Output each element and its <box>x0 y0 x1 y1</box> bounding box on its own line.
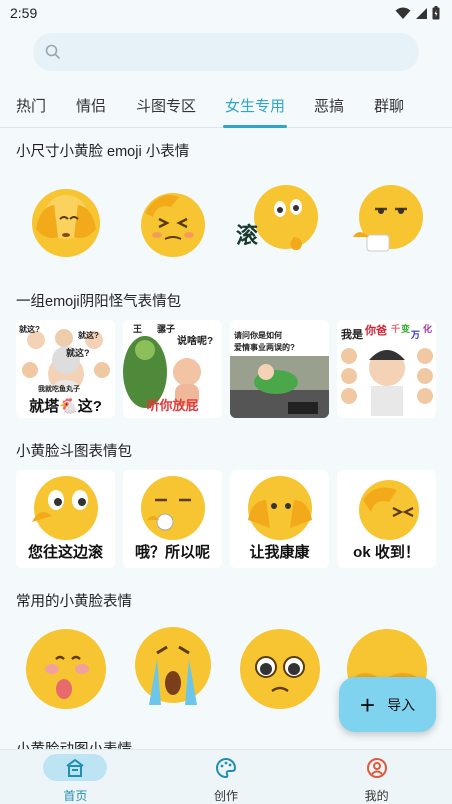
sticker-text: 就这? <box>66 348 90 358</box>
sticker-text: 骡子 <box>157 324 176 334</box>
sticker-text: 变 <box>401 324 411 334</box>
signal-icon <box>416 7 427 19</box>
sticker-item[interactable]: 您往这边滚 <box>16 470 115 568</box>
sticker-text: 就这? <box>78 331 99 340</box>
teary-eyes-sticker <box>239 629 320 709</box>
wifi-icon <box>395 7 411 19</box>
sticker-row: 您往这边滚 哦？所以呢 让我康康 ok 收到！ <box>16 470 436 568</box>
sticker-item[interactable]: 就这? 就这? 就这? 我就吃鱼丸子 就塔🐔这? <box>16 320 115 418</box>
sticker-item[interactable]: 让我康康 <box>230 470 329 568</box>
sticker-caption: ok 收到！ <box>353 544 420 561</box>
sticker-caption: 听你放屁 <box>146 398 199 413</box>
status-icons <box>395 6 440 20</box>
sticker-item[interactable]: ok 收到！ <box>337 470 436 568</box>
sticker-caption: 哦？所以呢 <box>134 544 210 561</box>
sticker-item[interactable] <box>123 172 222 270</box>
nav-profile[interactable]: 我的 <box>301 750 452 804</box>
sticker-item[interactable]: 我是 你爸 千 变 万 化 <box>337 320 436 418</box>
tab-couple[interactable]: 情侣 <box>76 86 106 116</box>
nav-label: 首页 <box>63 789 88 803</box>
search-box[interactable] <box>33 33 419 71</box>
section-title[interactable]: 小黄脸斗图表情包 <box>16 440 132 461</box>
sticker-text: 滚 <box>236 223 259 248</box>
section-title[interactable]: 一组emoji阴阳怪气表情包 <box>16 290 181 311</box>
nav-create[interactable]: 创作 <box>151 750 302 804</box>
sticker-item[interactable] <box>337 172 436 270</box>
squint-salute-sticker <box>140 193 205 257</box>
sticker-caption: 就塔🐔这? <box>29 398 102 415</box>
sticker-row: 就这? 就这? 就这? 我就吃鱼丸子 就塔🐔这? 王 骡子 说啥呢? 听你放屁 … <box>16 320 436 418</box>
nav-label: 创作 <box>214 789 239 803</box>
section-title[interactable]: 常用的小黄脸表情 <box>16 590 132 611</box>
sticker-text: 我就吃鱼丸子 <box>38 386 80 393</box>
tea-sip-sticker <box>352 185 423 252</box>
face-covering-sticker <box>31 189 100 257</box>
nav-pill <box>345 754 409 781</box>
so-what-face-sticker <box>141 476 205 540</box>
status-bar: 2:59 <box>0 0 452 26</box>
tab-funny[interactable]: 恶搞 <box>314 86 344 116</box>
nav-label: 我的 <box>364 789 389 803</box>
sticker-text: 我是 <box>341 329 363 341</box>
sticker-row: 滚 <box>16 172 436 270</box>
sly-face-sticker <box>32 476 98 540</box>
import-button[interactable]: + 导入 <box>339 677 436 732</box>
battery-icon <box>432 6 440 20</box>
sticker-text: 王 <box>133 324 143 334</box>
palette-icon <box>216 757 237 778</box>
nav-home[interactable]: 首页 <box>0 750 151 804</box>
status-time: 2:59 <box>10 5 38 21</box>
search-icon <box>45 44 60 59</box>
sticker-text: 就这? <box>19 325 40 334</box>
plus-icon: + <box>359 689 376 720</box>
nav-pill <box>194 754 258 781</box>
tab-battle[interactable]: 斗图专区 <box>136 86 196 116</box>
sticker-item[interactable]: 王 骡子 说啥呢? 听你放屁 <box>123 320 222 418</box>
sticker-text: 说啥呢? <box>177 336 214 347</box>
sticker-text: 化 <box>423 324 433 334</box>
nav-pill <box>43 754 108 781</box>
tab-group-chat[interactable]: 群聊 <box>374 86 404 116</box>
sticker-item[interactable] <box>16 172 115 270</box>
category-tabs: 热门 情侣 斗图专区 女生专用 恶搞 群聊 <box>0 86 452 128</box>
sticker-item[interactable]: 滚 <box>230 172 329 270</box>
sticker-text: 请问你是如何 <box>234 331 282 340</box>
home-icon <box>66 758 84 777</box>
tab-hot[interactable]: 热门 <box>16 86 46 116</box>
tongue-face-sticker <box>25 629 106 709</box>
tab-girls[interactable]: 女生专用 <box>222 86 288 128</box>
sticker-text: 你爸 <box>365 325 387 337</box>
sticker-caption: 让我康康 <box>249 544 310 561</box>
peek-face-sticker <box>248 476 312 540</box>
sticker-item[interactable]: 请问你是如何 爱情事业两误的? <box>230 320 329 418</box>
crying-face-sticker <box>134 627 211 705</box>
search-input[interactable] <box>69 44 389 60</box>
sticker-text: 千 <box>391 324 401 334</box>
sticker-text: 万 <box>411 330 421 340</box>
section-title[interactable]: 小尺寸小黄脸 emoji 小表情 <box>16 140 189 161</box>
sticker-item[interactable] <box>16 620 115 718</box>
sticker-item[interactable] <box>230 620 329 718</box>
profile-icon <box>366 757 387 778</box>
sticker-caption: 您往这边滚 <box>27 544 103 561</box>
sticker-text: 爱情事业两误的? <box>234 343 295 352</box>
salute-face-sticker <box>359 480 419 540</box>
bottom-nav: 首页 创作 我的 <box>0 749 452 804</box>
import-label: 导入 <box>387 696 416 713</box>
sticker-item[interactable] <box>123 620 222 718</box>
sticker-item[interactable]: 哦？所以呢 <box>123 470 222 568</box>
